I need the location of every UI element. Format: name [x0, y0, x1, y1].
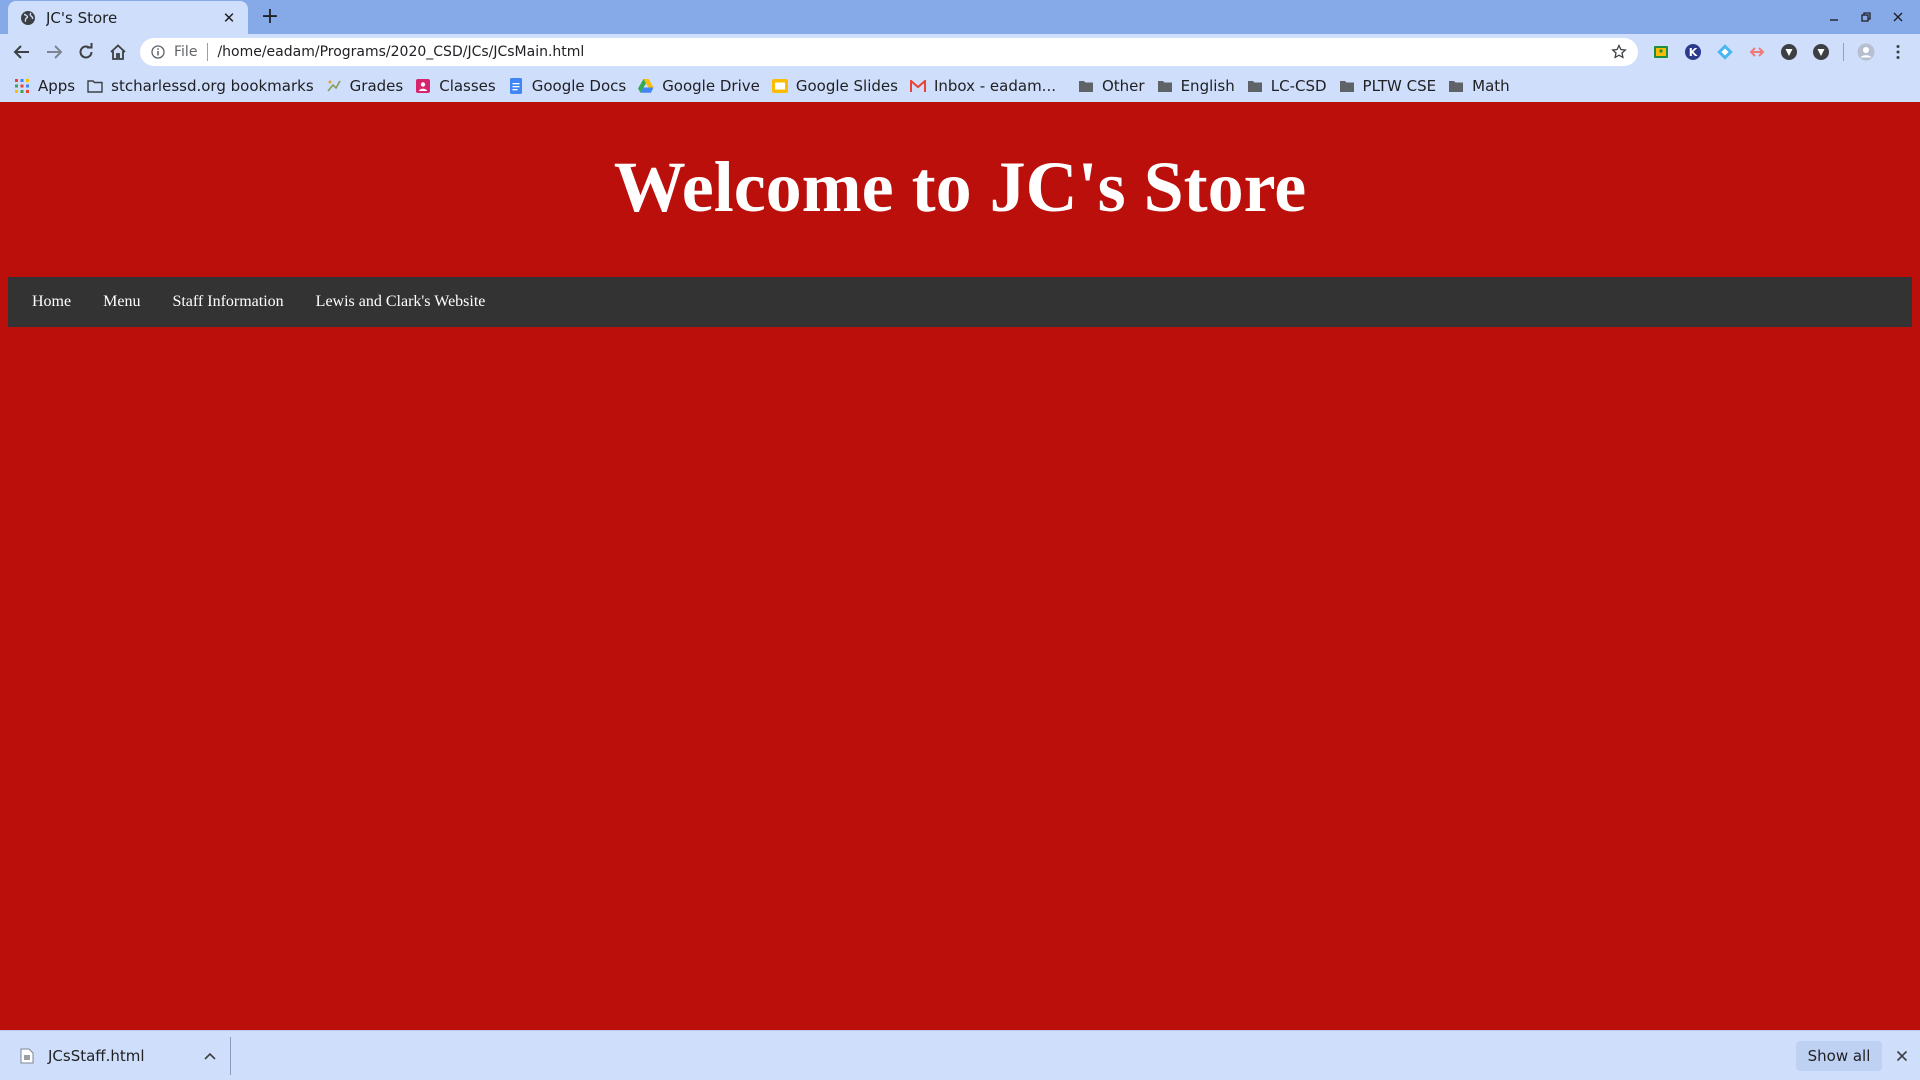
bookmark-apps[interactable]: Apps	[12, 73, 81, 99]
nav-link-lewis-and-clark[interactable]: Lewis and Clark's Website	[300, 277, 502, 327]
link-extension-icon[interactable]	[1747, 42, 1767, 62]
home-icon[interactable]	[104, 38, 132, 66]
folder-icon	[1448, 78, 1464, 94]
more-menu-icon[interactable]	[1888, 42, 1908, 62]
google-slides-icon	[771, 78, 788, 94]
folder-icon	[87, 78, 103, 94]
url-text[interactable]: /home/eadam/Programs/2020_CSD/JCs/JCsMai…	[217, 44, 1608, 60]
google-docs-icon	[508, 78, 524, 94]
shield-extension-icon-2[interactable]	[1811, 42, 1831, 62]
classes-icon	[415, 78, 431, 94]
file-icon	[20, 1048, 34, 1064]
download-item[interactable]: JCsStaff.html	[18, 1041, 220, 1071]
k-extension-icon[interactable]: K	[1683, 42, 1703, 62]
folder-icon	[1078, 78, 1094, 94]
folder-icon	[1247, 78, 1263, 94]
folder-icon	[1339, 78, 1355, 94]
browser-toolbar: File /home/eadam/Programs/2020_CSD/JCs/J…	[0, 34, 1920, 70]
restore-icon[interactable]	[1850, 2, 1882, 32]
url-scheme: File	[174, 44, 198, 60]
back-arrow-icon[interactable]	[8, 38, 36, 66]
bookmark-folder-english[interactable]: English	[1155, 73, 1241, 99]
bookmark-folder-math[interactable]: Math	[1446, 73, 1516, 99]
bookmark-folder-pltw-cse[interactable]: PLTW CSE	[1337, 73, 1443, 99]
classroom-extension-icon[interactable]	[1651, 42, 1671, 62]
show-all-button[interactable]: Show all	[1796, 1041, 1882, 1071]
browser-tab[interactable]: JC's Store ✕	[8, 1, 248, 34]
download-filename: JCsStaff.html	[48, 1047, 145, 1065]
shield-extension-icon[interactable]	[1779, 42, 1799, 62]
chevron-up-icon[interactable]	[200, 1046, 220, 1066]
download-shelf: JCsStaff.html Show all	[0, 1030, 1920, 1080]
site-nav-bar: Home Menu Staff Information Lewis and Cl…	[8, 277, 1912, 327]
bookmark-google-docs[interactable]: Google Docs	[506, 73, 632, 99]
bookmarks-bar: Apps stcharlessd.org bookmarks Grades Cl…	[0, 70, 1920, 102]
url-separator	[207, 43, 209, 61]
bookmark-folder-other[interactable]: Other	[1076, 73, 1151, 99]
apps-grid-icon	[14, 78, 30, 94]
forward-arrow-icon[interactable]	[40, 38, 68, 66]
grades-icon	[326, 78, 342, 94]
page-title: Welcome to JC's Store	[613, 147, 1307, 227]
address-bar[interactable]: File /home/eadam/Programs/2020_CSD/JCs/J…	[140, 38, 1638, 66]
nav-link-menu[interactable]: Menu	[87, 277, 156, 327]
window-controls	[1818, 2, 1914, 32]
shelf-divider	[230, 1037, 231, 1075]
page-content: Welcome to JC's Store Home Menu Staff In…	[0, 102, 1920, 1030]
nav-link-home[interactable]: Home	[16, 277, 87, 327]
svg-text:K: K	[1689, 46, 1698, 59]
bookmark-star-icon[interactable]	[1608, 41, 1630, 63]
gmail-icon	[909, 78, 926, 94]
close-window-icon[interactable]	[1882, 2, 1914, 32]
tab-strip: JC's Store ✕ +	[0, 0, 1920, 34]
new-tab-button[interactable]: +	[258, 5, 282, 29]
bookmark-google-slides[interactable]: Google Slides	[770, 73, 904, 99]
close-icon[interactable]	[1892, 1046, 1912, 1066]
tab-close-icon[interactable]: ✕	[220, 9, 238, 27]
bookmark-stcharlessd[interactable]: stcharlessd.org bookmarks	[85, 73, 320, 99]
bookmark-inbox[interactable]: Inbox - eadam...	[908, 73, 1062, 99]
folder-icon	[1157, 78, 1173, 94]
google-drive-icon	[638, 78, 654, 94]
profile-avatar-icon[interactable]	[1856, 42, 1876, 62]
bookmark-folder-lc-csd[interactable]: LC-CSD	[1245, 73, 1333, 99]
reload-icon[interactable]	[72, 38, 100, 66]
bookmark-classes[interactable]: Classes	[413, 73, 502, 99]
globe-icon	[20, 10, 36, 26]
bookmark-google-drive[interactable]: Google Drive	[636, 73, 766, 99]
tab-title: JC's Store	[46, 8, 118, 27]
toolbar-divider	[1843, 43, 1844, 61]
diamond-extension-icon[interactable]	[1715, 42, 1735, 62]
nav-link-staff-information[interactable]: Staff Information	[156, 277, 299, 327]
bookmark-grades[interactable]: Grades	[324, 73, 410, 99]
info-icon[interactable]	[150, 44, 166, 60]
minimize-icon[interactable]	[1818, 2, 1850, 32]
